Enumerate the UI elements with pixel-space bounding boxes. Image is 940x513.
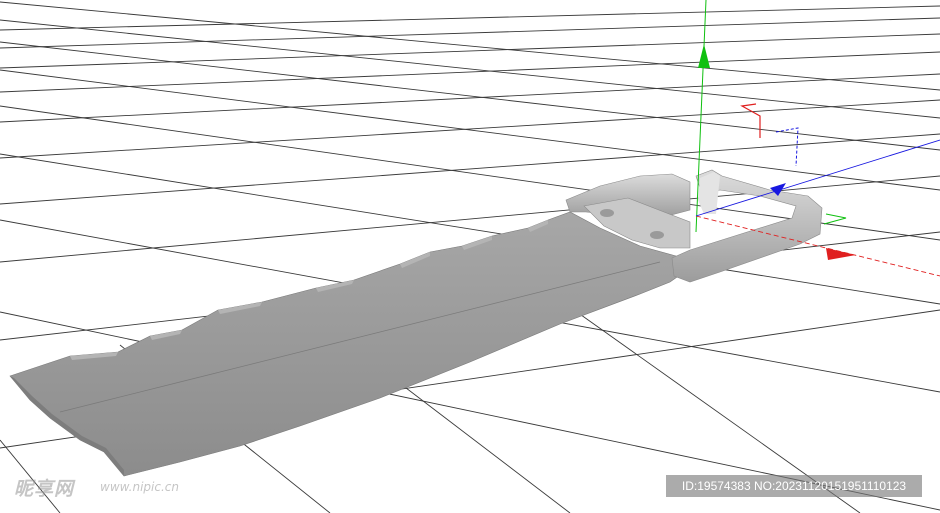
3d-viewport[interactable]: 昵享网 www.nipic.cn ID:19574383 NO:20231120…	[0, 0, 940, 513]
x-axis-arrow	[826, 248, 856, 260]
y-axis-arrow	[698, 44, 710, 68]
watermark-logo: 昵享网	[14, 478, 75, 500]
scene-canvas[interactable]	[0, 0, 940, 513]
watermark-url: www.nipic.cn	[100, 480, 179, 494]
rotate-handle-green	[823, 213, 847, 225]
image-id-badge: ID:19574383 NO:20231120151951110123	[666, 475, 922, 497]
rotate-handle-red	[740, 103, 761, 138]
